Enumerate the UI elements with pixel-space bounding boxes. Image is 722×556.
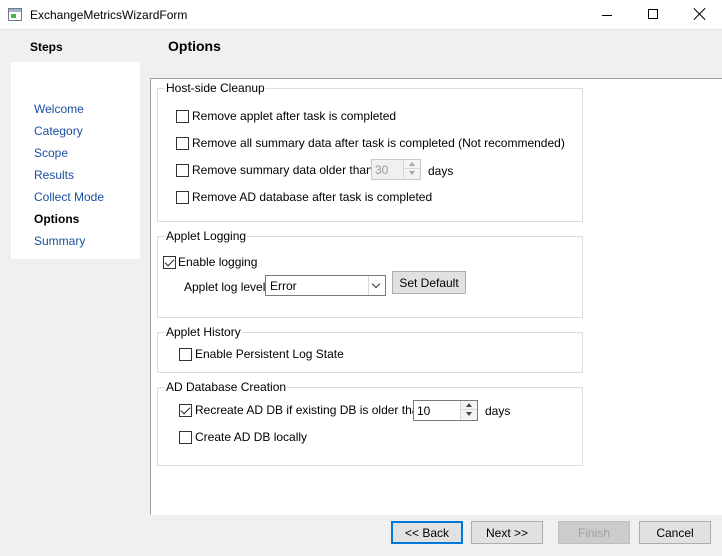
close-button[interactable] — [676, 0, 722, 30]
page-title: Options — [168, 38, 221, 54]
stepper-up-icon[interactable] — [461, 401, 477, 410]
steps-title: Steps — [30, 40, 63, 54]
step-item-welcome[interactable]: Welcome — [34, 102, 84, 116]
ad-db-creation-group: AD Database Creation Recreate AD DB if e… — [157, 380, 583, 466]
applet-logging-legend: Applet Logging — [165, 229, 248, 243]
window-title: ExchangeMetricsWizardForm — [30, 8, 188, 22]
persistent-log-checkbox[interactable] — [179, 348, 192, 361]
minimize-button[interactable] — [584, 0, 630, 30]
remove-applet-label: Remove applet after task is completed — [192, 109, 397, 123]
recreate-days-stepper[interactable]: 10 — [413, 400, 478, 421]
log-level-label: Applet log level — [184, 280, 266, 294]
step-item-category[interactable]: Category — [34, 124, 83, 138]
create-ad-db-locally-label: Create AD DB locally — [195, 430, 308, 444]
step-item-summary[interactable]: Summary — [34, 234, 85, 248]
close-icon — [693, 7, 707, 21]
remove-ad-db-checkbox[interactable] — [176, 191, 189, 204]
app-icon — [8, 8, 22, 21]
recreate-days-unit: days — [485, 404, 511, 418]
finish-button[interactable]: Finish — [558, 521, 630, 544]
summary-days-stepper[interactable]: 30 — [371, 159, 421, 180]
host-cleanup-legend: Host-side Cleanup — [165, 81, 266, 95]
next-button[interactable]: Next >> — [471, 521, 543, 544]
step-item-options[interactable]: Options — [34, 212, 79, 226]
stepper-down-icon[interactable] — [404, 169, 420, 178]
title-bar: ExchangeMetricsWizardForm — [0, 0, 722, 30]
stepper-up-icon[interactable] — [404, 160, 420, 169]
summary-days-value: 30 — [375, 163, 389, 177]
ad-db-creation-legend: AD Database Creation — [165, 380, 288, 394]
steps-panel: Steps Welcome Category Scope Results Col… — [0, 31, 150, 515]
steps-list: Welcome Category Scope Results Collect M… — [11, 62, 140, 259]
summary-days-unit: days — [428, 164, 454, 178]
host-cleanup-group: Host-side Cleanup Remove applet after ta… — [157, 81, 583, 222]
applet-logging-group: Applet Logging Enable logging Applet log… — [157, 229, 583, 318]
recreate-ad-db-checkbox[interactable] — [179, 404, 192, 417]
enable-logging-checkbox[interactable] — [163, 256, 176, 269]
create-ad-db-locally-checkbox[interactable] — [179, 431, 192, 444]
applet-history-group: Applet History Enable Persistent Log Sta… — [157, 325, 583, 373]
persistent-log-label: Enable Persistent Log State — [195, 347, 344, 361]
set-default-button[interactable]: Set Default — [392, 271, 466, 294]
log-level-select[interactable]: Error — [265, 275, 386, 296]
options-content: Host-side Cleanup Remove applet after ta… — [150, 78, 722, 515]
maximize-button[interactable] — [630, 0, 676, 30]
content-header: Options — [150, 31, 722, 78]
log-level-value: Error — [270, 279, 297, 293]
remove-summary-older-label: Remove summary data older than — [192, 163, 373, 177]
enable-logging-label: Enable logging — [178, 255, 258, 269]
wizard-footer: << Back Next >> Finish Cancel — [150, 515, 722, 556]
back-button[interactable]: << Back — [391, 521, 463, 544]
remove-summary-all-label: Remove all summary data after task is co… — [192, 136, 565, 150]
stepper-down-icon[interactable] — [461, 410, 477, 419]
recreate-days-value: 10 — [417, 404, 431, 418]
chevron-down-icon — [368, 276, 385, 295]
step-item-collect-mode[interactable]: Collect Mode — [34, 190, 104, 204]
remove-summary-older-checkbox[interactable] — [176, 164, 189, 177]
remove-applet-checkbox[interactable] — [176, 110, 189, 123]
cancel-button[interactable]: Cancel — [639, 521, 711, 544]
recreate-ad-db-label: Recreate AD DB if existing DB is older t… — [195, 403, 426, 417]
step-item-scope[interactable]: Scope — [34, 146, 68, 160]
remove-ad-db-label: Remove AD database after task is complet… — [192, 190, 433, 204]
applet-history-legend: Applet History — [165, 325, 242, 339]
step-item-results[interactable]: Results — [34, 168, 74, 182]
remove-summary-all-checkbox[interactable] — [176, 137, 189, 150]
maximize-icon — [648, 9, 658, 19]
minimize-icon — [602, 15, 612, 16]
